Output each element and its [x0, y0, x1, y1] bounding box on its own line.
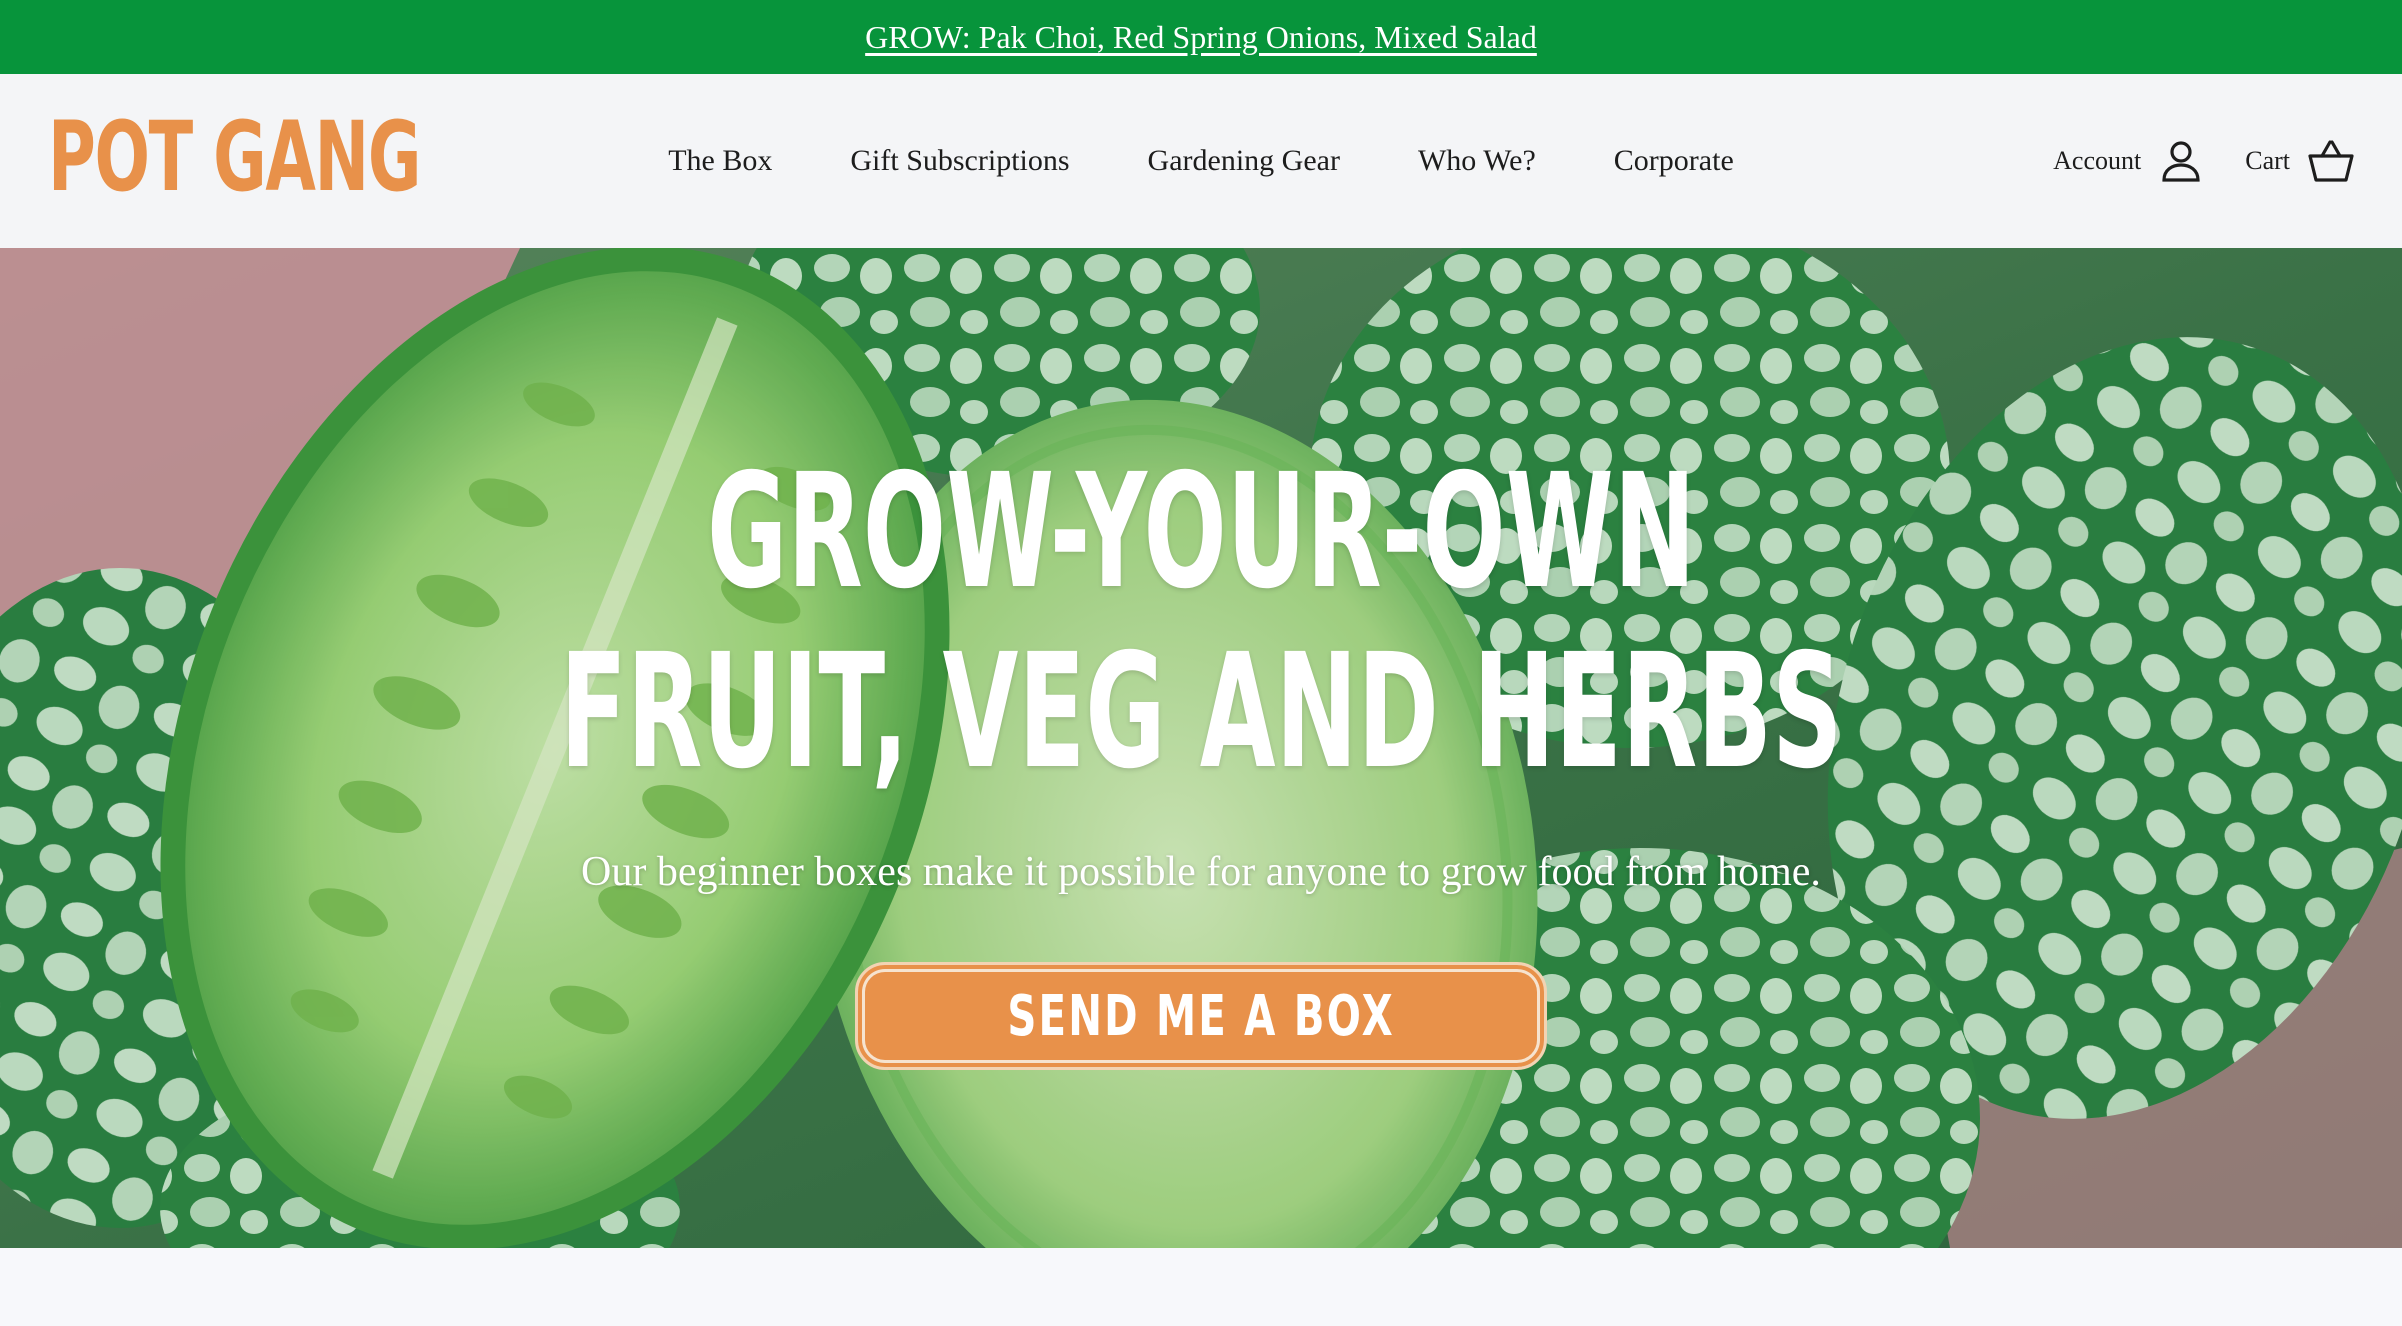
account-label: Account [2053, 146, 2142, 175]
logo-text: POT GANG [48, 101, 421, 213]
hero-subtitle: Our beginner boxes make it possible for … [581, 849, 1821, 895]
hero-content: GROW-YOUR-OWN FRUIT, VEG AND HERBS Our b… [0, 248, 2402, 1248]
announcement-link[interactable]: GROW: Pak Choi, Red Spring Onions, Mixed… [865, 19, 1537, 56]
nav-item-corporate[interactable]: Corporate [1614, 144, 1734, 178]
logo[interactable]: POT GANG [48, 102, 595, 212]
nav-item-the-box[interactable]: The Box [668, 144, 772, 178]
basket-icon [2308, 139, 2354, 183]
nav-item-gardening-gear[interactable]: Gardening Gear [1148, 144, 1340, 178]
cta-label: SEND ME A BOX [1007, 983, 1395, 1049]
cart-label: Cart [2245, 146, 2290, 175]
hero-banner: GROW-YOUR-OWN FRUIT, VEG AND HERBS Our b… [0, 248, 2402, 1248]
account-link[interactable]: Account [2053, 139, 2203, 183]
cart-link[interactable]: Cart [2245, 139, 2354, 183]
hero-title-line-2: FRUIT, VEG AND HERBS [559, 620, 1843, 804]
page-below-hero [0, 1248, 2402, 1326]
header-actions: Account Cart [2053, 74, 2354, 248]
site-header: POT GANG The Box Gift Subscriptions Gard… [0, 74, 2402, 249]
send-me-a-box-button[interactable]: SEND ME A BOX [855, 962, 1547, 1070]
announcement-bar: GROW: Pak Choi, Red Spring Onions, Mixed… [0, 0, 2402, 74]
user-icon [2159, 139, 2203, 183]
hero-title-line-1: GROW-YOUR-OWN [706, 440, 1696, 624]
nav-item-gift-subscriptions[interactable]: Gift Subscriptions [850, 144, 1069, 178]
nav-item-who-we[interactable]: Who We? [1418, 144, 1536, 178]
